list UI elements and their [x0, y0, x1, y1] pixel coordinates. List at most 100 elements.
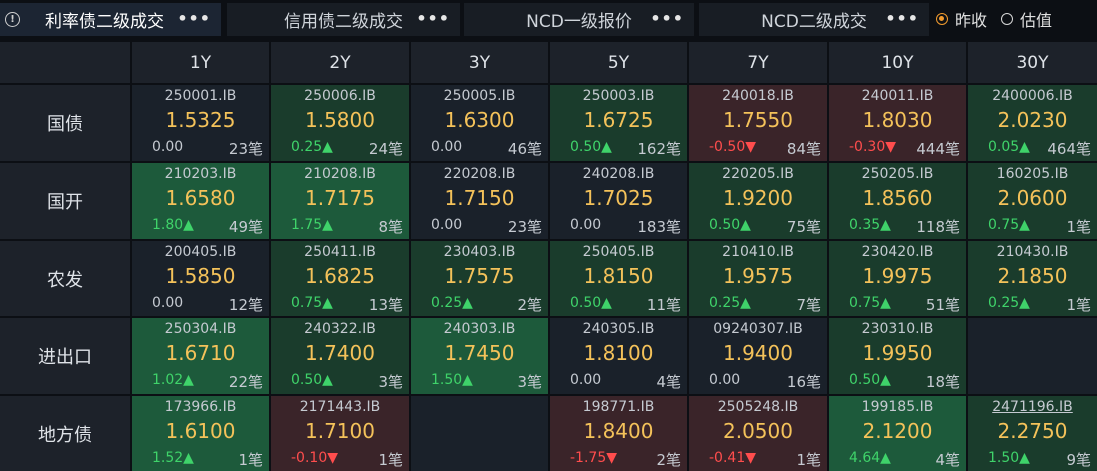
bond-cell[interactable]: 250405.IB 1.8150 0.50▲ 11笔: [550, 241, 687, 316]
yield-change: 1.02▲: [152, 372, 194, 388]
column-header-5y[interactable]: 5Y: [550, 42, 687, 83]
more-icon[interactable]: •••: [885, 11, 919, 27]
yield-change: 0.00: [431, 139, 463, 155]
bond-yield: 2.0600: [997, 186, 1068, 210]
bond-cell[interactable]: 240011.IB 1.8030 -0.30▼ 444笔: [829, 85, 966, 161]
bond-yield: 1.5800: [305, 108, 375, 132]
bond-cell[interactable]: 250304.IB 1.6710 1.02▲ 22笔: [132, 318, 269, 394]
bond-cell[interactable]: 198771.IB 1.8400 -1.75▼ 2笔: [550, 396, 687, 471]
bond-cell[interactable]: 2400006.IB 2.0230 0.05▲ 464笔: [968, 85, 1097, 161]
bond-cell[interactable]: 2471196.IB 2.2750 1.50▲ 9笔: [968, 396, 1097, 471]
bond-cell[interactable]: 199185.IB 2.1200 4.64▲ 4笔: [829, 396, 966, 471]
bond-yield: 1.8150: [583, 264, 654, 288]
bond-cell[interactable]: 230403.IB 1.7575 0.25▲ 2笔: [411, 241, 548, 316]
more-icon[interactable]: •••: [650, 11, 684, 27]
bond-cell[interactable]: 250001.IB 1.5325 0.00 23笔: [132, 85, 269, 161]
bond-cell[interactable]: 230310.IB 1.9950 0.50▲ 18笔: [829, 318, 966, 394]
bond-cell[interactable]: 2505248.IB 2.0500 -0.41▼ 1笔: [689, 396, 827, 471]
bond-cell[interactable]: 250205.IB 1.8560 0.35▲ 118笔: [829, 163, 966, 239]
bond-cell[interactable]: 2171443.IB 1.7100 -0.10▼ 1笔: [271, 396, 409, 471]
column-header-2y[interactable]: 2Y: [271, 42, 409, 83]
bond-yield: 1.9950: [862, 341, 933, 365]
yield-change: 0.00: [152, 139, 184, 155]
bond-cell[interactable]: 240322.IB 1.7400 0.50▲ 3笔: [271, 318, 409, 394]
bond-cell[interactable]: 240208.IB 1.7025 0.00 183笔: [550, 163, 687, 239]
yield-change: 0.75▲: [988, 217, 1030, 233]
more-icon[interactable]: •••: [416, 11, 450, 27]
header-corner: [0, 42, 130, 83]
trade-count: 84笔: [786, 140, 821, 158]
radio-prev-close[interactable]: 昨收: [936, 7, 987, 31]
trade-count: 2笔: [517, 296, 542, 314]
tab-credit-bond-secondary[interactable]: 信用债二级成交 •••: [227, 3, 460, 36]
tab-label: NCD二级成交: [761, 12, 867, 32]
bond-cell[interactable]: 250411.IB 1.6825 0.75▲ 13笔: [271, 241, 409, 316]
bond-yield: 1.7450: [444, 341, 515, 365]
trade-count: 444笔: [916, 140, 960, 158]
bond-yield: 1.9975: [862, 264, 933, 288]
bond-yield: 1.6710: [165, 341, 236, 365]
bond-cell[interactable]: 250006.IB 1.5800 0.25▲ 24笔: [271, 85, 409, 161]
yield-change: 0.50▲: [291, 372, 333, 388]
column-header-7y[interactable]: 7Y: [689, 42, 827, 83]
column-header-1y[interactable]: 1Y: [132, 42, 269, 83]
bond-cell[interactable]: 160205.IB 2.0600 0.75▲ 1笔: [968, 163, 1097, 239]
yield-change: 0.25▲: [709, 295, 751, 311]
info-icon[interactable]: !: [5, 12, 20, 27]
trade-count: 1笔: [238, 451, 263, 469]
more-icon[interactable]: •••: [177, 11, 211, 27]
bond-cell[interactable]: 210410.IB 1.9575 0.25▲ 7笔: [689, 241, 827, 316]
bond-cell[interactable]: 220208.IB 1.7150 0.00 23笔: [411, 163, 548, 239]
bond-code: 220205.IB: [722, 166, 794, 182]
bond-cell[interactable]: 240018.IB 1.7550 -0.50▼ 84笔: [689, 85, 827, 161]
bond-yield: 1.8030: [862, 108, 933, 132]
tab-label: 利率债二级成交: [45, 12, 164, 32]
yield-change: 1.75▲: [291, 217, 333, 233]
bond-cell[interactable]: 210203.IB 1.6580 1.80▲ 49笔: [132, 163, 269, 239]
bond-code: 220208.IB: [443, 166, 516, 182]
trade-count: 3笔: [517, 373, 542, 391]
bond-code: 250304.IB: [164, 321, 237, 337]
bond-cell[interactable]: 250003.IB 1.6725 0.50▲ 162笔: [550, 85, 687, 161]
yield-change: 1.50▲: [988, 450, 1030, 466]
bond-code: 250003.IB: [582, 88, 655, 104]
bond-code: 173966.IB: [164, 399, 237, 415]
bond-cell[interactable]: 240303.IB 1.7450 1.50▲ 3笔: [411, 318, 548, 394]
bond-cell[interactable]: 230420.IB 1.9975 0.75▲ 51笔: [829, 241, 966, 316]
radio-valuation[interactable]: 估值: [1001, 7, 1052, 31]
bond-code[interactable]: 2471196.IB: [968, 399, 1097, 415]
trade-count: 23笔: [507, 218, 542, 236]
yield-change: -0.50▼: [709, 139, 756, 155]
column-header-10y[interactable]: 10Y: [829, 42, 966, 83]
tab-ncd-primary-quote[interactable]: NCD一级报价 •••: [464, 3, 694, 36]
trade-count: 18笔: [925, 373, 960, 391]
trade-count: 46笔: [507, 140, 542, 158]
trade-count: 1笔: [1066, 296, 1091, 314]
bond-cell[interactable]: 210208.IB 1.7175 1.75▲ 8笔: [271, 163, 409, 239]
bond-cell[interactable]: 220205.IB 1.9200 0.50▲ 75笔: [689, 163, 827, 239]
bond-yield: 2.2750: [997, 419, 1068, 443]
bond-code: 160205.IB: [996, 166, 1069, 182]
bond-yield: 1.8560: [862, 186, 933, 210]
bond-cell[interactable]: 09240307.IB 1.9400 0.00 16笔: [689, 318, 827, 394]
bond-code: 250411.IB: [304, 244, 376, 260]
bond-cell[interactable]: 210430.IB 2.1850 0.25▲ 1笔: [968, 241, 1097, 316]
column-header-3y[interactable]: 3Y: [411, 42, 548, 83]
bond-cell[interactable]: 240305.IB 1.8100 0.00 4笔: [550, 318, 687, 394]
trade-count: 51笔: [925, 296, 960, 314]
tab-ncd-secondary[interactable]: NCD二级成交 •••: [699, 3, 929, 36]
radio-checked-icon: [936, 13, 948, 25]
bond-cell[interactable]: 200405.IB 1.5850 0.00 12笔: [132, 241, 269, 316]
price-basis-radio-group: 昨收 估值: [936, 5, 1066, 33]
bond-code: 2400006.IB: [992, 88, 1073, 104]
tab-rate-bond-secondary[interactable]: ! 利率债二级成交 •••: [0, 3, 221, 36]
row-label: 国债: [0, 85, 130, 161]
trade-count: 2笔: [656, 451, 681, 469]
empty-cell: [968, 318, 1097, 394]
bond-cell[interactable]: 250005.IB 1.6300 0.00 46笔: [411, 85, 548, 161]
trade-count: 7笔: [796, 296, 821, 314]
column-header-30y[interactable]: 30Y: [968, 42, 1097, 83]
bond-cell[interactable]: 173966.IB 1.6100 1.52▲ 1笔: [132, 396, 269, 471]
yield-change: -1.75▼: [570, 450, 617, 466]
bond-code: 250005.IB: [443, 88, 516, 104]
